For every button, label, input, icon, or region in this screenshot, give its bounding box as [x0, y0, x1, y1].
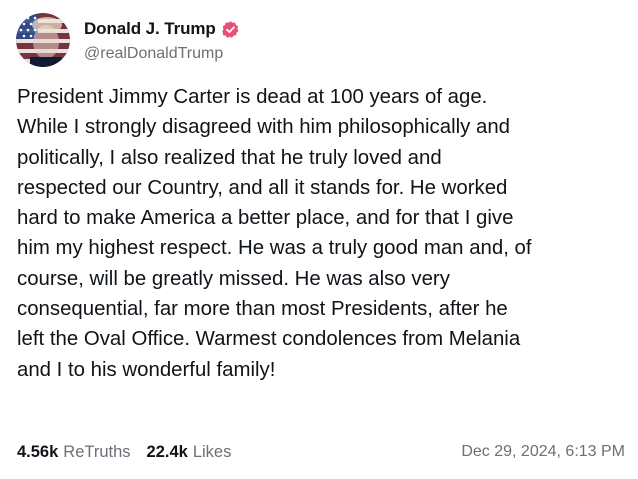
retruths-stat[interactable]: 4.56k ReTruths: [17, 443, 131, 462]
verified-badge-icon: [221, 20, 240, 39]
retruths-label: ReTruths: [63, 442, 131, 461]
post-card: Donald J. Trump @realDonaldTrump Preside…: [0, 0, 638, 479]
retruths-count: 4.56k: [17, 442, 59, 461]
post-text: President Jimmy Carter is dead at 100 ye…: [17, 86, 532, 381]
likes-label: Likes: [192, 442, 232, 461]
display-name-row: Donald J. Trump: [84, 17, 240, 41]
likes-count: 22.4k: [146, 442, 188, 461]
avatar[interactable]: [16, 13, 70, 67]
likes-stat[interactable]: 22.4k Likes: [147, 443, 232, 462]
author-handle[interactable]: @realDonaldTrump: [84, 45, 240, 63]
author-names: Donald J. Trump @realDonaldTrump: [84, 17, 240, 63]
post-footer: 4.56k ReTruths 22.4k Likes Dec 29, 2024,…: [17, 440, 625, 464]
post-timestamp[interactable]: Dec 29, 2024, 6:13 PM: [461, 443, 625, 461]
profile-avatar-icon: [16, 13, 70, 67]
display-name[interactable]: Donald J. Trump: [84, 19, 216, 39]
post-header: Donald J. Trump @realDonaldTrump: [16, 12, 240, 68]
